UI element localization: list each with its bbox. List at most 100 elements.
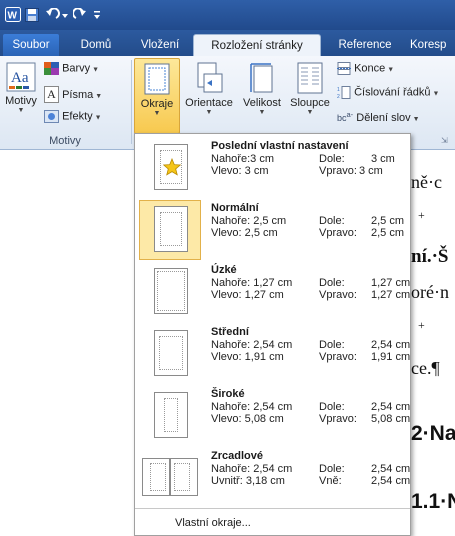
margin-thumbnail (154, 268, 188, 314)
themes-label: Motivy (5, 95, 37, 107)
tab-mailings[interactable]: Koresp (410, 34, 455, 56)
tab-home[interactable]: Domů (72, 34, 120, 56)
size-icon (238, 62, 286, 97)
value-top: 3 cm (250, 153, 274, 165)
label-left: Vlevo: (211, 413, 242, 425)
label-right: Vpravo: (319, 413, 357, 425)
size-button[interactable]: Velikost ▼ (238, 58, 286, 134)
fonts-label: Písma (62, 89, 94, 101)
label-top: Nahoře: (211, 401, 251, 413)
value-bottom: 2,5 cm (371, 215, 405, 227)
value-bottom: 3 cm (371, 153, 395, 165)
document-text: ní.·Š (411, 246, 449, 267)
margin-thumbnail-left-page (142, 458, 170, 496)
redo-icon[interactable] (72, 6, 88, 23)
document-text: oré·n (411, 282, 449, 302)
value-right: 3 cm (359, 165, 383, 177)
margin-preset-mirrored[interactable]: Zrcadlové Nahoře: 2,54 cm Dole: 2,54 cm Uv… (137, 446, 411, 510)
save-icon[interactable] (24, 6, 40, 23)
margins-caret: ▼ (153, 110, 161, 117)
label-top: Nahoře: (211, 277, 251, 289)
value-bottom: 2,54 cm (371, 463, 411, 475)
margin-preset-normal[interactable]: Normální Nahoře: 2,5 cm Dole: 2,5 cm Vlevo… (137, 198, 408, 262)
orientation-button[interactable]: Orientace ▼ (181, 58, 237, 134)
value-top: 1,27 cm (253, 277, 293, 289)
margins-icon (135, 63, 179, 98)
value-bottom: 2,54 cm (371, 339, 411, 351)
value-left: 5,08 cm (244, 413, 284, 425)
value-inside: 3,18 cm (245, 475, 285, 487)
group-separator (131, 60, 132, 144)
value-bottom: 1,27 cm (371, 277, 411, 289)
value-right: 1,91 cm (371, 351, 411, 363)
value-top: 2,5 cm (253, 215, 287, 227)
svg-text:W: W (8, 11, 18, 22)
margin-preset-narrow[interactable]: Úzké Nahoře: 1,27 cm Dole: 1,27 cm Vlevo: … (137, 260, 411, 324)
svg-text:Aa: Aa (11, 70, 29, 86)
value-bottom: 2,54 cm (371, 401, 411, 413)
margin-preset-title: Úzké (211, 264, 237, 276)
label-top: Nahoře: (211, 339, 251, 351)
columns-button[interactable]: Sloupce ▼ (287, 58, 333, 134)
document-text: + (418, 208, 425, 222)
value-left: 2,5 cm (244, 227, 278, 239)
line-numbers-icon: 12 (337, 86, 351, 100)
margin-thumbnail (154, 392, 188, 438)
hyphenation-label: Dělení slov (356, 112, 411, 124)
margin-preset-last-custom[interactable]: Poslední vlastní nastavení Nahoře:3 cm Do… (137, 136, 408, 200)
label-top: Nahoře: (211, 215, 251, 227)
label-right: Vpravo: (319, 289, 357, 301)
value-right: 2,5 cm (371, 227, 405, 239)
svg-text:1: 1 (337, 87, 340, 93)
label-top: Nahoře: (211, 463, 251, 475)
themes-icon: Aa (2, 62, 40, 95)
label-bottom: Dole: (319, 153, 345, 165)
svg-text:2: 2 (337, 94, 340, 99)
star-icon (163, 158, 181, 176)
margin-preset-title: Široké (211, 388, 245, 400)
value-outside: 2,54 cm (371, 475, 411, 487)
line-numbers-button[interactable]: 12 Číslování řádků ▼ (337, 86, 439, 100)
tab-page-layout[interactable]: Rozložení stránky (193, 34, 321, 56)
colors-button[interactable]: Barvy ▼ (44, 62, 99, 75)
label-outside: Vně: (319, 475, 342, 487)
hyphenation-icon: bca- (337, 110, 354, 123)
tab-file[interactable]: Soubor (3, 34, 59, 56)
themes-button[interactable]: Aa Motivy ▼ (2, 58, 40, 134)
label-bottom: Dole: (319, 277, 345, 289)
fonts-button[interactable]: A Písma ▼ (44, 86, 102, 103)
tab-references[interactable]: Reference (329, 34, 401, 56)
colors-icon (44, 62, 59, 75)
ribbon-tabs: Soubor Domů Vložení Rozložení stránky Re… (0, 30, 455, 56)
tab-insert[interactable]: Vložení (131, 34, 189, 56)
custom-margins-menu-item[interactable]: Vlastní okraje... (175, 517, 251, 529)
value-left: 1,27 cm (244, 289, 284, 301)
margin-preset-wide[interactable]: Široké Nahoře: 2,54 cm Dole: 2,54 cm Vlevo… (137, 384, 411, 448)
title-bar: W (0, 0, 455, 30)
label-right: Vpravo: (319, 165, 357, 177)
menu-separator (135, 508, 410, 509)
customize-toolbar-icon[interactable] (92, 6, 102, 23)
size-caret: ▼ (258, 109, 266, 116)
label-bottom: Dole: (319, 215, 345, 227)
themes-dropdown-caret: ▼ (17, 107, 25, 114)
label-left: Vlevo: (211, 227, 242, 239)
breaks-button[interactable]: Konce ▼ (337, 62, 394, 75)
label-bottom: Dole: (319, 463, 345, 475)
margins-button[interactable]: Okraje ▼ (134, 58, 180, 134)
line-numbers-label: Číslování řádků (354, 86, 431, 99)
effects-button[interactable]: Efekty ▼ (44, 110, 102, 123)
label-inside: Uvnitř: (211, 475, 243, 487)
document-text: + (418, 318, 425, 332)
undo-icon[interactable] (44, 6, 70, 23)
page-setup-dialog-launcher-icon[interactable]: ⇲ (441, 136, 448, 145)
margin-preset-moderate[interactable]: Střední Nahoře: 2,54 cm Dole: 2,54 cm Vlev… (137, 322, 411, 386)
orientation-caret: ▼ (205, 109, 213, 116)
themes-group-label: Motivy (49, 135, 81, 147)
label-left: Vlevo: (211, 289, 242, 301)
word-app-icon[interactable]: W (4, 6, 22, 23)
hyphenation-button[interactable]: bca- Dělení slov ▼ (337, 110, 420, 124)
columns-caret: ▼ (306, 109, 314, 116)
orientation-icon (181, 62, 237, 97)
effects-label: Efekty (62, 110, 93, 123)
